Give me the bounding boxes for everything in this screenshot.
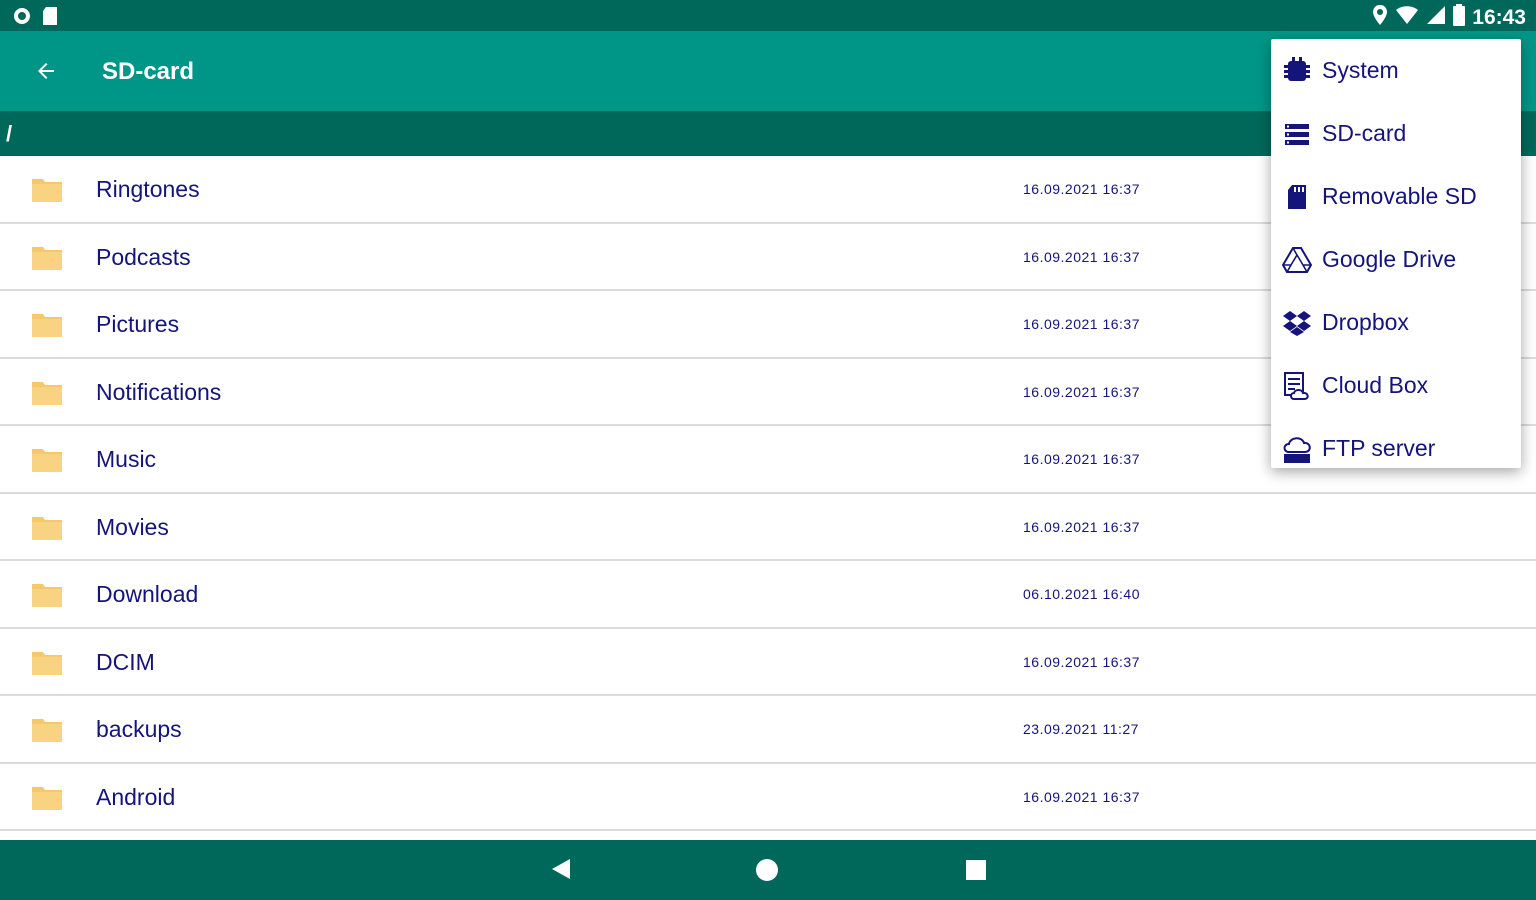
sync-icon [12,6,32,31]
nav-home-button[interactable] [754,857,780,888]
circle-home-icon [756,859,778,881]
square-recents-icon [966,860,986,880]
menu-item-google-drive[interactable]: Google Drive [1271,228,1521,291]
sd-card-status-icon [42,6,58,31]
triangle-back-icon [552,859,570,879]
nav-recents-button[interactable] [964,858,988,887]
menu-item-label: SD-card [1322,120,1407,146]
menu-item-label: Cloud Box [1322,372,1429,398]
folder-icon [32,651,62,675]
dropbox-icon [1281,307,1313,339]
file-name: backups [96,716,182,742]
status-time: 16:43 [1472,5,1526,29]
list-item[interactable]: DCIM 16.09.2021 16:37 [0,629,1536,696]
file-date: 16.09.2021 16:37 [1023,181,1140,197]
ftp-cloud-icon [1281,433,1313,465]
back-button[interactable] [28,53,64,89]
folder-icon [32,314,62,337]
nav-back-button[interactable] [548,856,574,887]
cloud-box-icon [1281,370,1313,402]
menu-item-ftp-server[interactable]: FTP server [1271,417,1521,480]
list-item[interactable]: Android 16.09.2021 16:37 [0,764,1536,831]
file-date: 16.09.2021 16:37 [1023,653,1140,670]
file-name: DCIM [96,648,155,675]
folder-icon [32,381,62,405]
menu-item-label: System [1322,57,1399,83]
file-date: 06.10.2021 16:40 [1023,586,1140,602]
sd-card-icon [1281,181,1313,213]
file-name: Podcasts [96,243,191,270]
chip-icon [1281,55,1313,87]
folder-icon [32,449,62,472]
battery-icon [1453,4,1466,31]
menu-item-label: Google Drive [1322,246,1457,272]
file-date: 16.09.2021 16:37 [1023,383,1140,400]
file-name: Notifications [96,378,222,405]
menu-item-system[interactable]: System [1271,39,1521,102]
menu-item-label: Dropbox [1322,309,1409,335]
menu-item-sd-card[interactable]: SD-card [1271,102,1521,165]
arrow-left-icon [38,63,54,79]
status-left [12,6,58,31]
list-item[interactable]: Movies 16.09.2021 16:37 [0,494,1536,561]
storage-list-icon [1281,118,1313,150]
nav-bar [0,840,1536,900]
wifi-icon [1395,5,1419,30]
menu-item-label: FTP server [1322,435,1436,461]
menu-item-label: Removable SD [1322,183,1477,209]
list-item[interactable]: backups 23.09.2021 11:27 [0,696,1536,764]
path-text: / [6,121,13,146]
signal-icon [1426,5,1446,30]
folder-icon [32,179,62,202]
file-date: 16.09.2021 16:37 [1023,788,1140,805]
menu-item-dropbox[interactable]: Dropbox [1271,291,1521,354]
file-name: Movies [96,513,169,540]
folder-icon [32,246,62,270]
file-name: Music [96,446,157,472]
location-icon [1372,4,1388,31]
list-item[interactable]: Download 06.10.2021 16:40 [0,561,1536,629]
file-name: Download [96,581,199,607]
menu-item-cloud-box[interactable]: Cloud Box [1271,354,1521,417]
page-title: SD-card [102,58,195,85]
menu-item-removable-sd[interactable]: Removable SD [1271,165,1521,228]
file-date: 16.09.2021 16:37 [1023,316,1140,332]
file-date: 16.09.2021 16:37 [1023,248,1140,265]
folder-icon [32,719,62,742]
file-name: Ringtones [96,176,200,202]
file-date: 16.09.2021 16:37 [1023,518,1140,535]
status-right: 16:43 [1372,4,1526,31]
file-date: 23.09.2021 11:27 [1023,721,1139,737]
folder-icon [32,584,62,607]
status-bar: 16:43 [0,0,1536,31]
google-drive-icon [1281,244,1313,276]
folder-icon [32,786,62,810]
file-name: Pictures [96,311,180,337]
file-name: Android [96,783,176,810]
storage-menu[interactable]: System SD-card Removable SD Google Drive… [1271,39,1521,468]
folder-icon [32,516,62,540]
file-date: 16.09.2021 16:37 [1023,451,1140,467]
